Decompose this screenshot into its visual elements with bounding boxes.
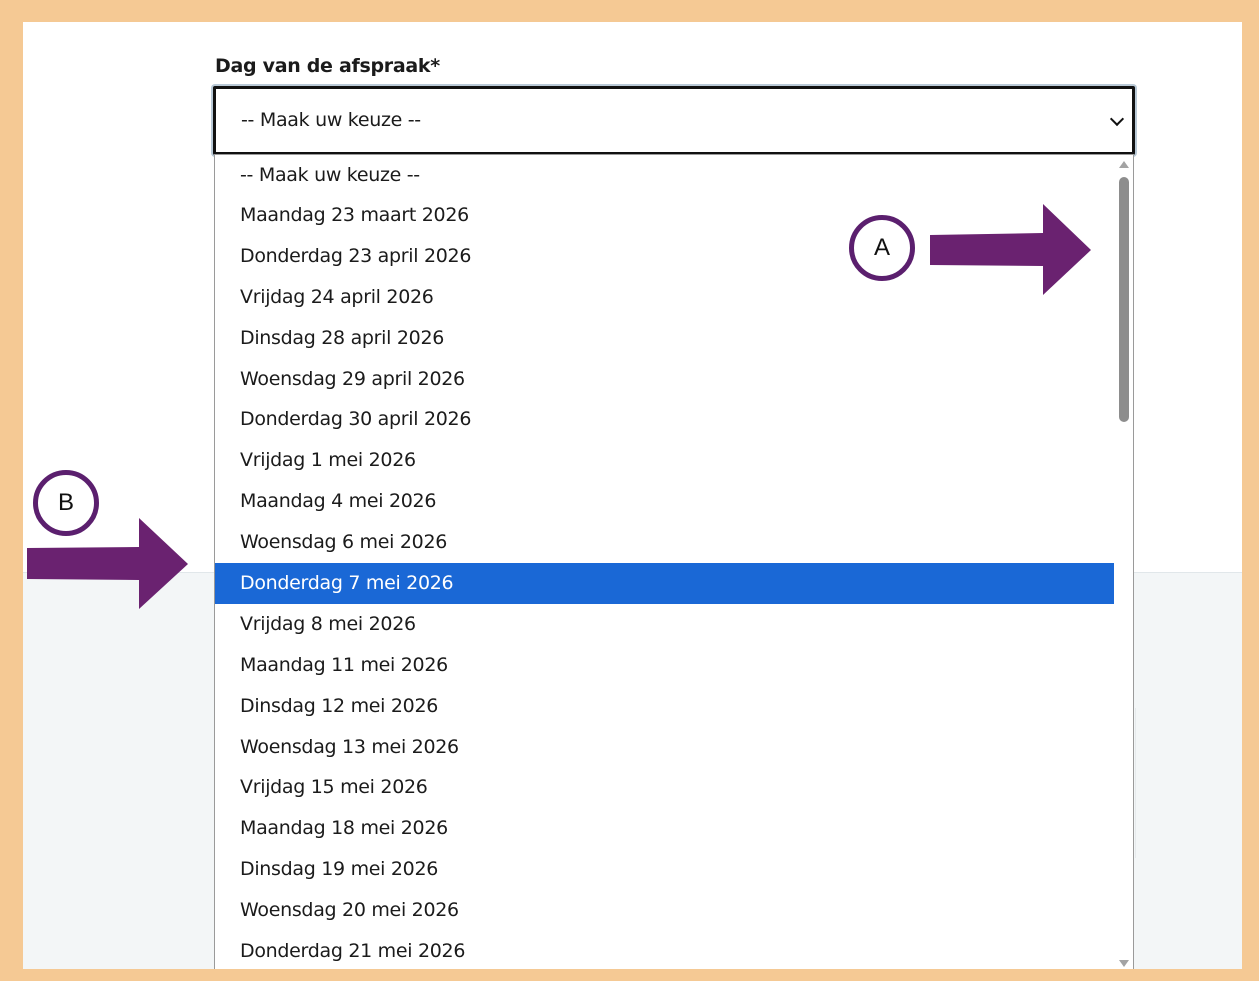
scroll-down-icon[interactable] <box>1119 960 1129 967</box>
dropdown-option[interactable]: Woensdag 6 mei 2026 <box>215 522 1114 563</box>
scroll-up-icon[interactable] <box>1119 161 1129 168</box>
date-select[interactable]: -- Maak uw keuze -- <box>213 86 1135 155</box>
dropdown-option[interactable]: Vrijdag 15 mei 2026 <box>215 767 1114 808</box>
dropdown-option[interactable]: Woensdag 29 april 2026 <box>215 359 1114 400</box>
dropdown-option[interactable]: Maandag 11 mei 2026 <box>215 645 1114 686</box>
dropdown-option[interactable]: Donderdag 30 april 2026 <box>215 399 1114 440</box>
dropdown-option[interactable]: Dinsdag 12 mei 2026 <box>215 686 1114 727</box>
dropdown-option[interactable]: -- Maak uw keuze -- <box>215 155 1114 195</box>
annotation-b-label: B <box>57 489 74 516</box>
annotation-a-label: A <box>873 234 890 261</box>
dropdown-option[interactable]: Woensdag 20 mei 2026 <box>215 890 1114 931</box>
dropdown-option[interactable]: Vrijdag 8 mei 2026 <box>215 604 1114 645</box>
annotation-a-marker: A <box>849 215 915 281</box>
annotation-b-arrow <box>27 518 188 609</box>
dropdown-option[interactable]: Woensdag 13 mei 2026 <box>215 727 1114 768</box>
dropdown-option[interactable]: Maandag 4 mei 2026 <box>215 481 1114 522</box>
dropdown-option[interactable]: Donderdag 21 mei 2026 <box>215 931 1114 969</box>
dropdown-option[interactable]: Vrijdag 1 mei 2026 <box>215 440 1114 481</box>
divider <box>1135 708 1136 858</box>
scrollbar[interactable] <box>1115 155 1133 969</box>
scrollbar-thumb[interactable] <box>1119 177 1129 422</box>
annotation-a-arrow <box>930 204 1091 295</box>
select-value: -- Maak uw keuze -- <box>241 109 421 131</box>
field-label: Dag van de afspraak* <box>215 55 440 77</box>
chevron-down-icon <box>1109 111 1125 127</box>
dropdown-option[interactable]: Maandag 18 mei 2026 <box>215 808 1114 849</box>
content-frame: Dag van de afspraak* -- Maak uw keuze --… <box>23 22 1242 969</box>
dropdown-option[interactable]: Dinsdag 19 mei 2026 <box>215 849 1114 890</box>
dropdown-option-highlighted[interactable]: Donderdag 7 mei 2026 <box>215 563 1114 604</box>
dropdown-option[interactable]: Dinsdag 28 april 2026 <box>215 318 1114 359</box>
